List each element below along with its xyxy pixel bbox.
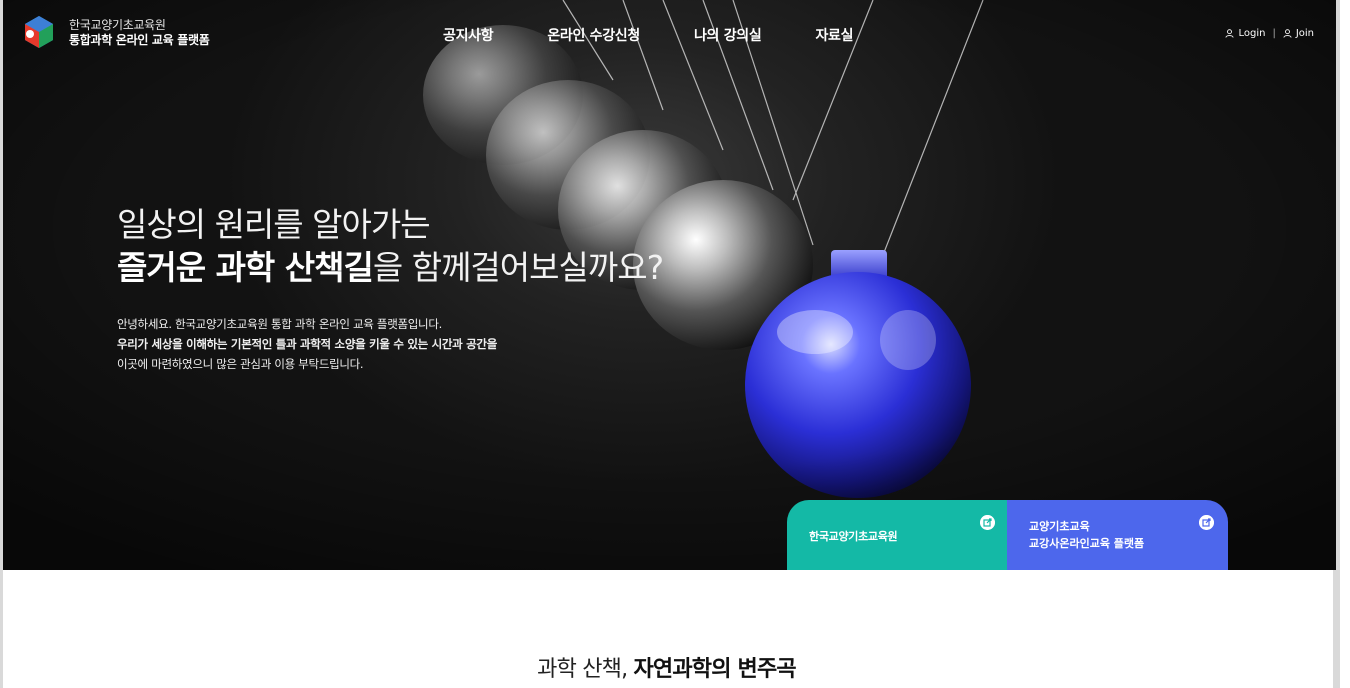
login-link[interactable]: Login — [1238, 28, 1265, 39]
section-title: 과학 산책, 자연과학의 변주곡 — [0, 651, 1333, 683]
nav-item-notice[interactable]: 공지사항 — [443, 25, 494, 45]
hero-desc-line1: 안녕하세요. 한국교양기초교육원 통합 과학 온라인 교육 플랫폼입니다. — [117, 317, 442, 331]
site-header: 한국교양기초교육원 통합과학 온라인 교육 플랫폼 공지사항 온라인 수강신청 … — [3, 0, 1336, 70]
auth-separator: | — [1272, 28, 1276, 39]
brand-subtitle[interactable]: 통합과학 온라인 교육 플랫폼 — [69, 31, 210, 48]
nav-item-enroll[interactable]: 온라인 수강신청 — [547, 25, 640, 45]
main-nav: 공지사항 온라인 수강신청 나의 강의실 자료실 — [443, 25, 907, 45]
section-title-light: 과학 산책, — [537, 657, 634, 682]
user-icon — [1225, 29, 1235, 38]
user-icon — [1283, 29, 1292, 38]
hero-headline-rest: 을 함께걸어보실까요? — [372, 248, 664, 287]
external-link-icon — [980, 515, 995, 530]
nav-item-archive[interactable]: 자료실 — [815, 25, 853, 45]
external-link-icon — [1199, 515, 1214, 530]
section-title-bold: 자연과학의 변주곡 — [633, 657, 796, 682]
auth-links: Login | Join — [1225, 28, 1314, 39]
card-kcle-link[interactable]: 한국교양기초교육원 — [787, 500, 1009, 570]
card-instructor-platform-link[interactable]: 교양기초교육 교강사온라인교육 플랫폼 — [1007, 500, 1228, 570]
hero-headline-line1: 일상의 원리를 알아가는 — [117, 205, 431, 244]
card-kcle-title: 한국교양기초교육원 — [809, 530, 898, 543]
hero-headline-line2: 즐거운 과학 산책길을 함께걸어보실까요? — [117, 241, 664, 289]
card-platform-subtitle: 교강사온라인교육 플랫폼 — [1029, 537, 1145, 550]
hero-description: 안녕하세요. 한국교양기초교육원 통합 과학 온라인 교육 플랫폼입니다. 우리… — [117, 314, 497, 374]
logo-icon[interactable] — [19, 14, 59, 54]
hero-banner: 한국교양기초교육원 통합과학 온라인 교육 플랫폼 공지사항 온라인 수강신청 … — [3, 0, 1336, 570]
hero-desc-line2: 우리가 세상을 이해하는 기본적인 틀과 과학적 소양을 키울 수 있는 시간과… — [117, 337, 497, 351]
nav-item-my-classroom[interactable]: 나의 강의실 — [694, 25, 762, 45]
join-link[interactable]: Join — [1296, 28, 1314, 39]
hero-headline-emphasis: 즐거운 과학 산책길 — [117, 248, 374, 287]
card-platform-title: 교양기초교육 — [1029, 520, 1090, 533]
hero-desc-line3: 이곳에 마련하였으니 많은 관심과 이용 부탁드립니다. — [117, 357, 364, 371]
